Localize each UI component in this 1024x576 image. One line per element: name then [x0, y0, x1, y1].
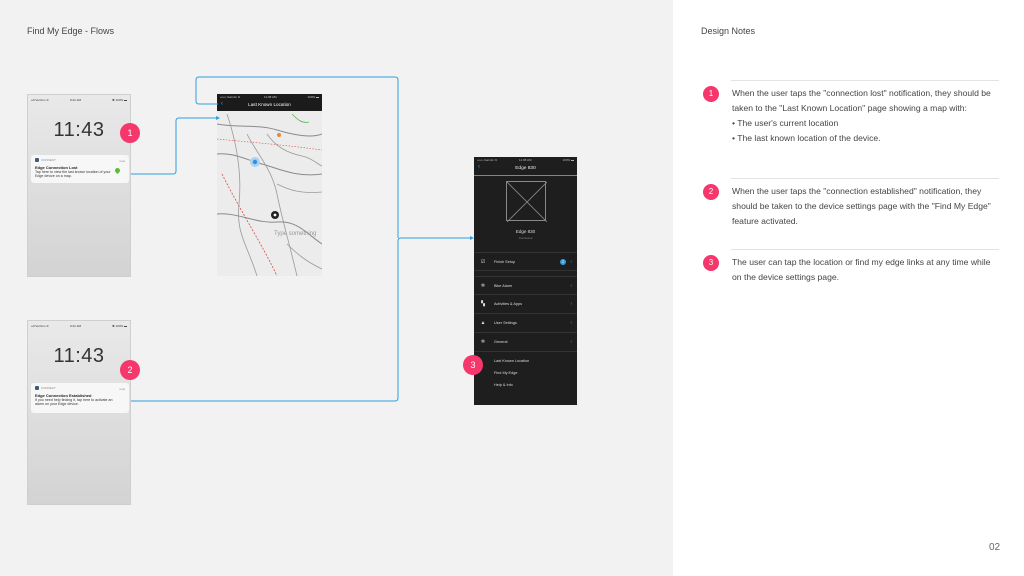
notes-title: Design Notes — [701, 26, 756, 36]
note-divider — [731, 178, 999, 179]
note-2: When the user taps the "connection estab… — [732, 186, 991, 226]
flow-badge-3: 3 — [463, 355, 483, 375]
design-notes-panel: Design Notes 1 When the user taps the "c… — [673, 0, 1024, 576]
note-divider — [731, 249, 999, 250]
flow-badge-1: 1 — [120, 123, 140, 143]
note-badge-2: 2 — [703, 184, 719, 200]
flow-connectors — [131, 76, 474, 402]
note-1-text: When the user taps the "connection lost"… — [732, 88, 991, 113]
note-1-bullet: • The user's current location — [732, 118, 839, 128]
note-1-bullet: • The last known location of the device. — [732, 133, 881, 143]
flow-canvas: Find My Edge - Flows ••Ⅱ Verizon ≋ 9:41 … — [0, 0, 673, 576]
note-badge-3: 3 — [703, 255, 719, 271]
note-1: When the user taps the "connection lost"… — [732, 86, 1002, 146]
note-divider — [731, 80, 999, 81]
page-number: 02 — [989, 542, 1001, 553]
note-badge-1: 1 — [703, 86, 719, 102]
note-3: The user can tap the location or find my… — [732, 257, 991, 282]
flow-badge-2: 2 — [120, 360, 140, 380]
